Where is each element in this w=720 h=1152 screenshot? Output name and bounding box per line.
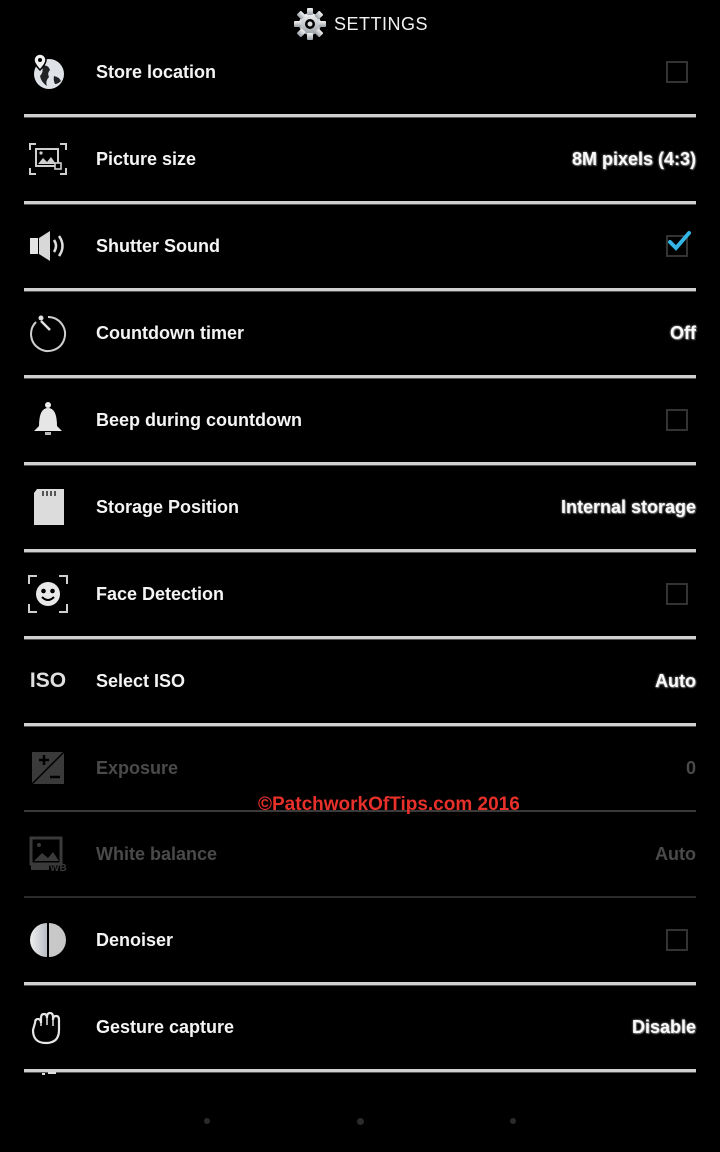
- exposure-icon: [24, 744, 72, 792]
- page-dot-active[interactable]: [357, 1118, 364, 1125]
- countdown-timer-value: Off: [670, 322, 696, 343]
- setting-storage-position[interactable]: Storage Position Internal storage: [24, 465, 696, 552]
- settings-list: Store location Picture size 8M pixels (4…: [24, 30, 696, 1112]
- setting-face-detection[interactable]: Face Detection: [24, 552, 696, 639]
- denoiser-checkbox[interactable]: [666, 929, 688, 951]
- setting-store-location[interactable]: Store location: [24, 30, 696, 117]
- beep-checkbox[interactable]: [666, 409, 688, 431]
- iso-value: Auto: [655, 670, 696, 691]
- face-detection-checkbox[interactable]: [666, 583, 688, 605]
- setting-white-balance: WB White balance Auto: [24, 812, 696, 898]
- checkmark-icon: [668, 231, 691, 251]
- face-detection-icon: [24, 570, 72, 618]
- speaker-icon: [24, 222, 72, 270]
- gesture-capture-value: Disable: [631, 1016, 696, 1037]
- white-balance-icon: WB: [24, 830, 72, 878]
- setting-label: Picture size: [96, 148, 197, 169]
- setting-partial-next: [24, 1072, 696, 1112]
- partial-icon: [24, 1068, 72, 1116]
- setting-label: Storage Position: [96, 496, 240, 517]
- setting-gesture-capture[interactable]: Gesture capture Disable: [24, 985, 696, 1072]
- storage-position-value: Internal storage: [560, 496, 696, 517]
- watermark: ©PatchworkOfTips.com 2016: [258, 794, 520, 815]
- setting-select-iso[interactable]: ISO Select ISO Auto: [24, 639, 696, 726]
- iso-icon: ISO: [24, 657, 72, 705]
- setting-beep-during-countdown[interactable]: Beep during countdown: [24, 378, 696, 465]
- setting-label: Store location: [96, 61, 217, 82]
- timer-icon: [24, 309, 72, 357]
- picture-size-value: 8M pixels (4:3): [571, 148, 696, 169]
- iso-icon-text: ISO: [29, 669, 67, 692]
- shutter-sound-checkbox[interactable]: [666, 231, 691, 257]
- setting-label: Beep during countdown: [96, 409, 302, 430]
- bell-icon: [24, 396, 72, 444]
- setting-denoiser[interactable]: Denoiser: [24, 898, 696, 985]
- denoiser-icon: [24, 916, 72, 964]
- setting-picture-size[interactable]: Picture size 8M pixels (4:3): [24, 117, 696, 204]
- wb-icon-text: WB: [50, 863, 67, 872]
- globe-location-icon: [24, 48, 72, 96]
- page-dot[interactable]: [204, 1118, 210, 1124]
- setting-label: Gesture capture: [96, 1016, 235, 1037]
- setting-shutter-sound[interactable]: Shutter Sound: [24, 204, 696, 291]
- page-dot[interactable]: [510, 1118, 516, 1124]
- setting-label: White balance: [96, 843, 218, 864]
- picture-size-icon: [24, 135, 72, 183]
- exposure-value: 0: [685, 757, 696, 778]
- setting-label: Face Detection: [96, 583, 225, 604]
- setting-label: Countdown timer: [96, 322, 244, 343]
- page-indicator: [0, 1118, 720, 1130]
- white-balance-value: Auto: [655, 843, 696, 864]
- setting-label: Select ISO: [96, 670, 186, 691]
- hand-icon: [24, 1003, 72, 1051]
- store-location-checkbox[interactable]: [666, 61, 688, 83]
- setting-label: Exposure: [96, 757, 179, 778]
- sd-card-icon: [24, 483, 72, 531]
- setting-countdown-timer[interactable]: Countdown timer Off: [24, 291, 696, 378]
- setting-label: Denoiser: [96, 929, 174, 950]
- setting-label: Shutter Sound: [96, 235, 220, 256]
